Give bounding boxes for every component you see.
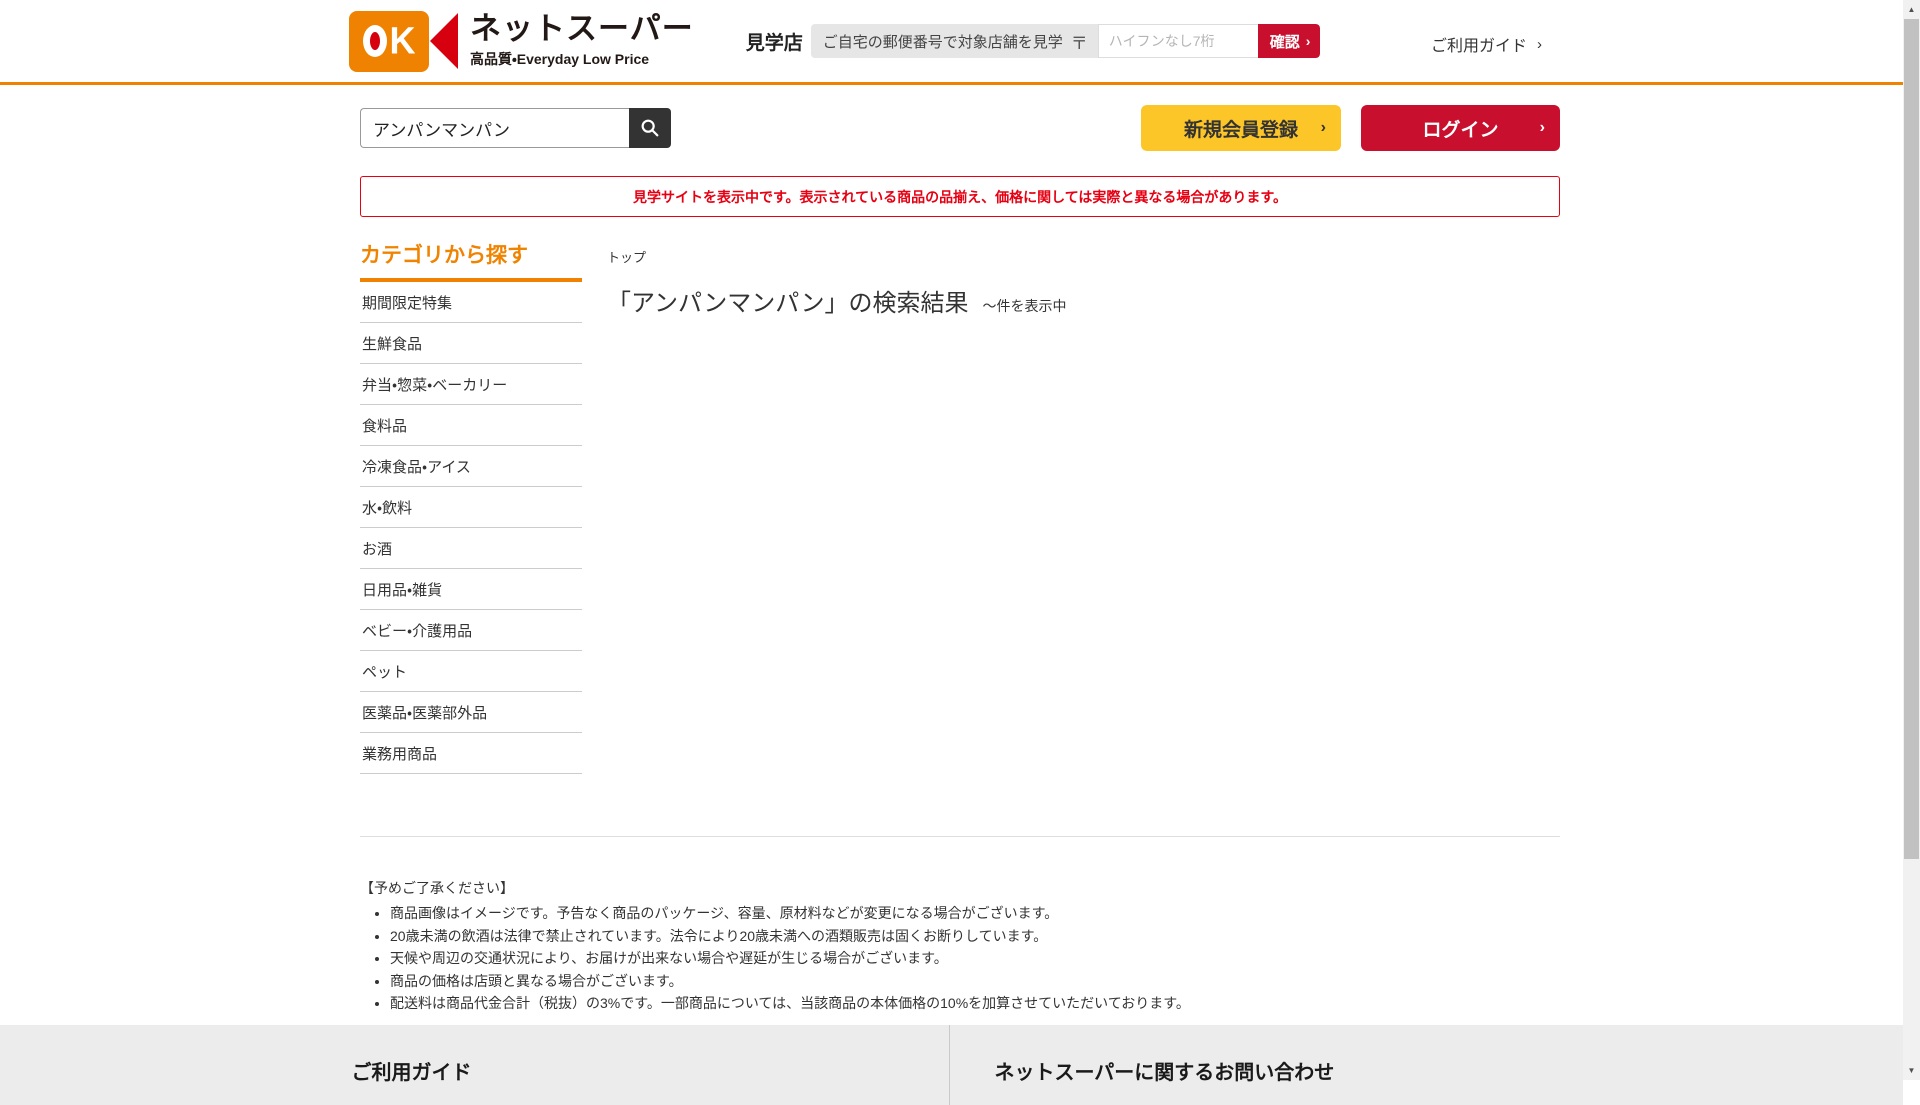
category-sidebar: カテゴリから探す 期間限定特集 生鮮食品 弁当・惣菜・ベーカリー 食料品 冷凍食… xyxy=(360,243,582,774)
postal-prompt: ご自宅の郵便番号で対象店舗を見学 〒 xyxy=(810,24,1098,58)
disclaimer-item: 20歳未満の飲酒は法律で禁止されています。法令により20歳未満への酒類販売は固く… xyxy=(390,927,1560,945)
postal-code-input[interactable] xyxy=(1097,24,1258,58)
site-header: K ネットスーパー 高品質・Everyday Low Price 見学店 ご自宅… xyxy=(0,0,1920,85)
content-footer-divider xyxy=(360,836,1560,837)
postal-mark-icon: 〒 xyxy=(1070,33,1088,53)
logo-letter-k: K xyxy=(389,18,416,62)
usage-guide-link[interactable]: ご利用ガイド › xyxy=(1431,32,1542,56)
store-selector-bar: 見学店 ご自宅の郵便番号で対象店舗を見学 〒 確認 › xyxy=(746,24,1321,58)
sidebar-item-medicine[interactable]: 医薬品・医薬部外品 xyxy=(360,692,582,733)
result-count-text: ～件を表示中 xyxy=(982,298,1067,314)
scrollbar-thumb[interactable] xyxy=(1904,19,1919,859)
search-button[interactable] xyxy=(629,108,671,148)
search-icon xyxy=(641,119,659,137)
logo-letter-o xyxy=(362,25,387,57)
sidebar-item-alcohol[interactable]: お酒 xyxy=(360,528,582,569)
sidebar-item-water-drinks[interactable]: 水・飲料 xyxy=(360,487,582,528)
chevron-right-icon: › xyxy=(1537,35,1542,53)
scroll-up-arrow-icon[interactable]: ▲ xyxy=(1903,1,1920,18)
disclaimer-item: 天候や周辺の交通状況により、お届けが出来ない場合や遅延が生じる場合がございます。 xyxy=(390,949,1560,967)
register-button[interactable]: 新規会員登録 › xyxy=(1141,105,1341,151)
search-toolbar: 新規会員登録 › ログイン › xyxy=(360,104,1560,152)
sidebar-item-fresh-food[interactable]: 生鮮食品 xyxy=(360,323,582,364)
sidebar-item-daily-goods[interactable]: 日用品・雑貨 xyxy=(360,569,582,610)
category-heading: カテゴリから探す xyxy=(360,244,528,267)
sidebar-item-frozen-ice[interactable]: 冷凍食品・アイス xyxy=(360,446,582,487)
logo-arrow-shape xyxy=(430,13,458,69)
chevron-right-icon: › xyxy=(1539,119,1545,136)
ok-store-logo[interactable]: K ネットスーパー 高品質・Everyday Low Price xyxy=(349,10,694,72)
breadcrumb[interactable]: トップ xyxy=(607,247,1560,266)
disclaimer-item: 配送料は商品代金合計（税抜）の3%です。一部商品については、当該商品の本体価格の… xyxy=(390,994,1560,1012)
sidebar-item-business-products[interactable]: 業務用商品 xyxy=(360,733,582,774)
site-tagline: 高品質・Everyday Low Price xyxy=(470,50,650,67)
sidebar-item-groceries[interactable]: 食料品 xyxy=(360,405,582,446)
sidebar-item-baby-care[interactable]: ベビー・介護用品 xyxy=(360,610,582,651)
search-results-title: 「アンパンマンパン」の検索結果 ～件を表示中 xyxy=(607,290,1067,317)
sidebar-item-limited-time[interactable]: 期間限定特集 xyxy=(360,282,582,323)
store-mode-label: 見学店 xyxy=(745,32,803,54)
postal-confirm-button[interactable]: 確認 › xyxy=(1257,24,1321,58)
disclaimer-list: 商品画像はイメージです。予告なく商品のパッケージ、容量、原材料などが変更になる場… xyxy=(390,904,1560,1012)
search-results-area: トップ 「アンパンマンパン」の検索結果 ～件を表示中 xyxy=(607,243,1560,318)
postal-prompt-text: ご自宅の郵便番号で対象店舗を見学 xyxy=(822,33,1063,51)
page-footer: ご利用ガイド ネットスーパーに関するお問い合わせ xyxy=(0,1025,1903,1105)
disclaimer-notes: 【予めご了承ください】 商品画像はイメージです。予告なく商品のパッケージ、容量、… xyxy=(360,878,1560,1012)
product-search-input[interactable] xyxy=(360,108,629,148)
chevron-right-icon: › xyxy=(1305,33,1311,49)
sidebar-item-pet[interactable]: ペット xyxy=(360,651,582,692)
chevron-right-icon: › xyxy=(1320,119,1326,136)
page-scrollbar[interactable]: ▲ ▼ xyxy=(1903,0,1920,1080)
footer-guide-heading: ご利用ガイド xyxy=(351,1062,472,1084)
disclaimer-item: 商品の価格は店頭と異なる場合がございます。 xyxy=(390,972,1560,990)
login-button[interactable]: ログイン › xyxy=(1361,105,1560,151)
ok-logo-mark: K xyxy=(349,10,458,72)
preview-site-notice: 見学サイトを表示中です。表示されている商品の品揃え、価格に関しては実際と異なる場… xyxy=(360,176,1560,217)
footer-contact-heading: ネットスーパーに関するお問い合わせ xyxy=(994,1062,1335,1084)
site-title: ネットスーパー xyxy=(470,11,694,47)
scroll-down-arrow-icon[interactable]: ▼ xyxy=(1903,1062,1920,1079)
disclaimer-heading: 【予めご了承ください】 xyxy=(360,880,514,896)
category-list: 期間限定特集 生鮮食品 弁当・惣菜・ベーカリー 食料品 冷凍食品・アイス 水・飲… xyxy=(360,282,582,774)
sidebar-item-bento-deli-bakery[interactable]: 弁当・惣菜・ベーカリー xyxy=(360,364,582,405)
disclaimer-item: 商品画像はイメージです。予告なく商品のパッケージ、容量、原材料などが変更になる場… xyxy=(390,904,1560,922)
